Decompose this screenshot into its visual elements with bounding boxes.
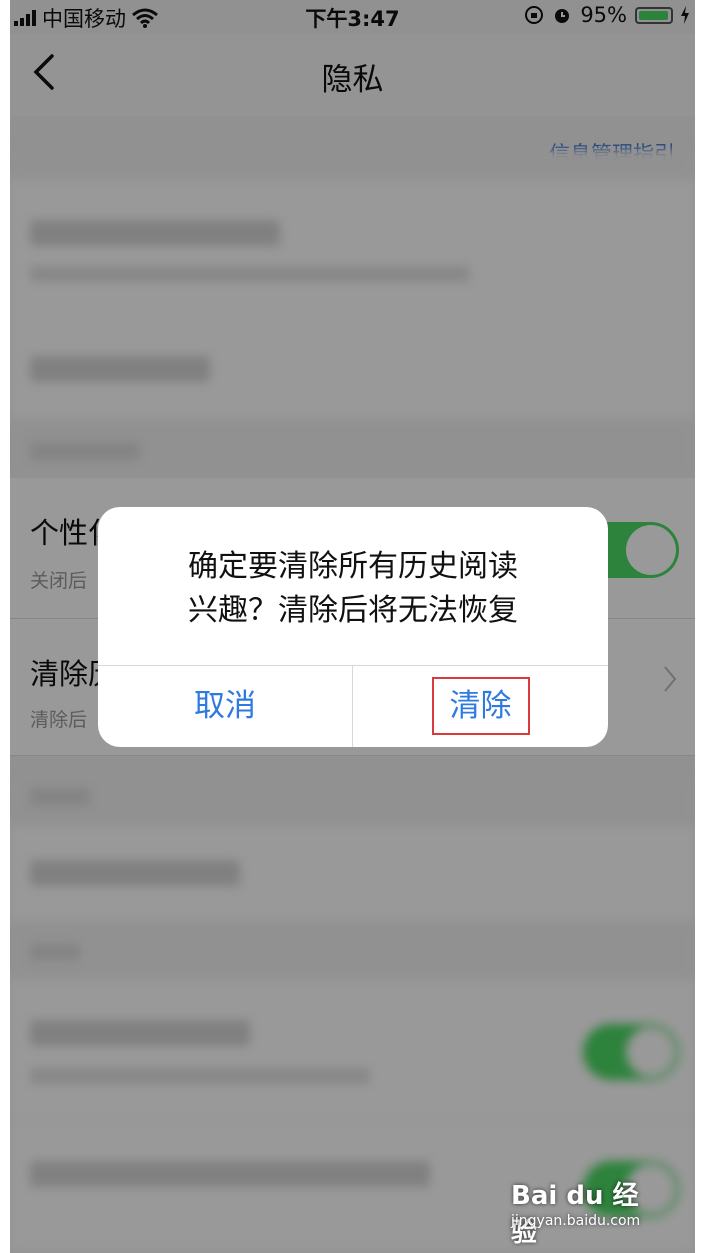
watermark: Bai du 经验 jingyan.baidu.com — [511, 1175, 651, 1248]
cancel-button[interactable]: 取消 — [98, 666, 352, 747]
dialog-message-line: 确定要清除所有历史阅读 — [188, 549, 518, 584]
phone-screen: 中国移动 下午3:47 95% 隐私 个性化 关闭后 清除历 清除后 确定要清除… — [10, 0, 695, 1253]
clear-button-label: 清除 — [431, 677, 530, 735]
watermark-url: jingyan.baidu.com — [511, 1213, 641, 1229]
watermark-logo: Bai du 经验 — [511, 1181, 639, 1248]
dialog-message: 确定要清除所有历史阅读 兴趣？清除后将无法恢复 — [98, 545, 608, 633]
dialog-message-line: 兴趣？清除后将无法恢复 — [188, 593, 518, 628]
confirm-dialog: 确定要清除所有历史阅读 兴趣？清除后将无法恢复 取消 清除 — [98, 507, 608, 747]
clear-button[interactable]: 清除 — [353, 666, 608, 747]
